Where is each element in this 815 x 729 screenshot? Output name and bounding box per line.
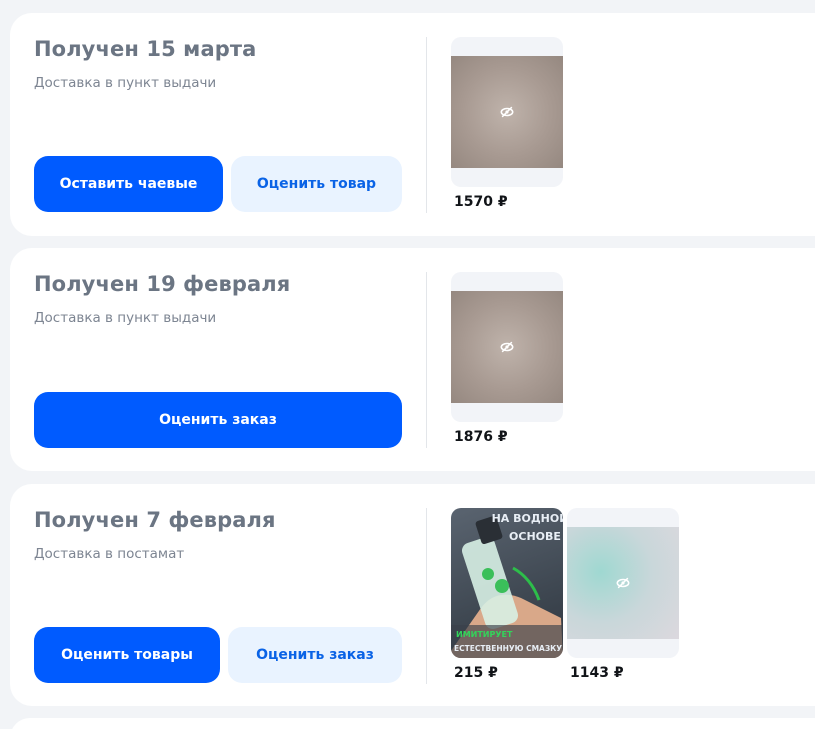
product-price: 215 ₽ (454, 665, 498, 681)
product-item[interactable]: 1570 ₽ (451, 37, 563, 210)
rate-order-button[interactable]: Оценить заказ (228, 627, 402, 683)
rate-products-button[interactable]: Оценить товары (34, 627, 220, 683)
order-card[interactable]: Получен 19 февраля Доставка в пункт выда… (10, 248, 815, 471)
order-card-next (10, 718, 815, 729)
order-card[interactable]: Получен 7 февраля Доставка в постамат Оц… (10, 484, 815, 706)
divider (426, 508, 427, 684)
product-thumbnail[interactable]: НА ВОДНОЙ ОСНОВЕ ИМИТИРУЕТ ЕСТЕСТВЕННУЮ … (451, 508, 563, 658)
delivery-type: Доставка в пункт выдачи (34, 310, 217, 326)
tip-button[interactable]: Оставить чаевые (34, 156, 223, 212)
eye-off-icon (500, 106, 514, 118)
product-item[interactable]: 1876 ₽ (451, 272, 563, 445)
photo-text-line: ЕСТЕСТВЕННУЮ СМАЗКУ (454, 644, 562, 653)
photo-text-line: ИМИТИРУЕТ (456, 630, 513, 639)
product-photo-art: НА ВОДНОЙ ОСНОВЕ ИМИТИРУЕТ ЕСТЕСТВЕННУЮ … (451, 512, 563, 658)
product-price: 1876 ₽ (454, 429, 508, 445)
blurred-image (567, 527, 679, 639)
product-thumbnail[interactable] (451, 37, 563, 187)
product-item[interactable]: 1143 ₽ (567, 508, 679, 681)
order-title: Получен 15 марта (34, 37, 257, 61)
rate-product-button[interactable]: Оценить товар (231, 156, 402, 212)
order-title: Получен 19 февраля (34, 272, 291, 296)
product-photo: НА ВОДНОЙ ОСНОВЕ ИМИТИРУЕТ ЕСТЕСТВЕННУЮ … (451, 508, 563, 658)
blurred-image (451, 56, 563, 168)
photo-text-line: НА ВОДНОЙ (492, 512, 563, 525)
order-title: Получен 7 февраля (34, 508, 276, 532)
delivery-type: Доставка в постамат (34, 546, 185, 562)
product-price: 1143 ₽ (570, 665, 624, 681)
eye-off-icon (616, 577, 630, 589)
rate-order-button[interactable]: Оценить заказ (34, 392, 402, 448)
divider (426, 272, 427, 448)
product-item[interactable]: НА ВОДНОЙ ОСНОВЕ ИМИТИРУЕТ ЕСТЕСТВЕННУЮ … (451, 508, 563, 681)
divider (426, 37, 427, 213)
blurred-image (451, 291, 563, 403)
order-card[interactable]: Получен 15 марта Доставка в пункт выдачи… (10, 13, 815, 236)
orders-page: Получен 15 марта Доставка в пункт выдачи… (0, 0, 815, 729)
product-thumbnail[interactable] (451, 272, 563, 422)
product-price: 1570 ₽ (454, 194, 508, 210)
delivery-type: Доставка в пункт выдачи (34, 75, 217, 91)
eye-off-icon (500, 341, 514, 353)
photo-text-line: ОСНОВЕ (509, 530, 561, 543)
product-thumbnail[interactable] (567, 508, 679, 658)
